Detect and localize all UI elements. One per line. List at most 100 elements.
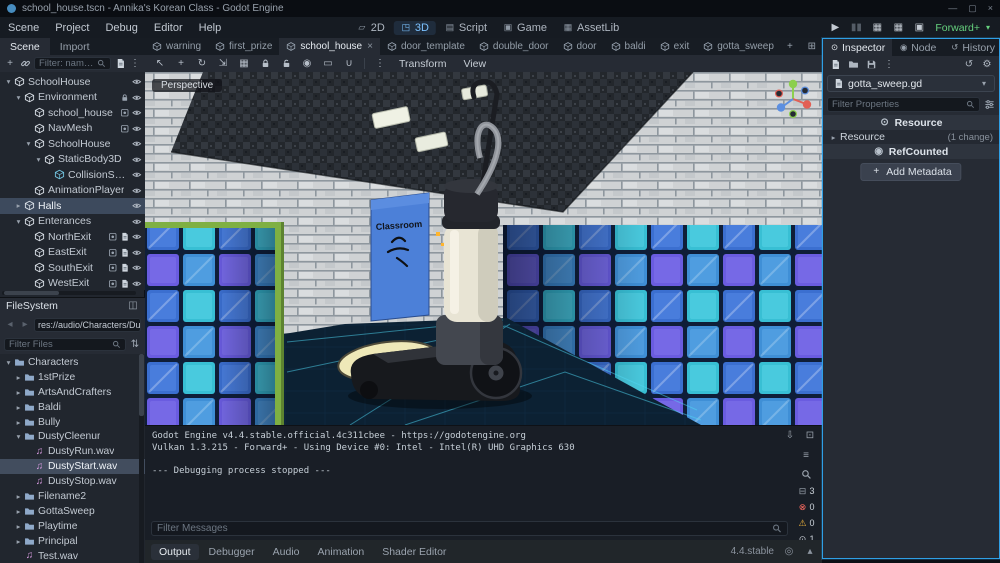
scene-node-schoolhouse[interactable]: ▾ SchoolHouse	[0, 74, 145, 90]
edited-resource-button[interactable]: gotta_sweep.gd ▾	[827, 75, 995, 92]
expander-icon[interactable]: ▸	[829, 133, 838, 142]
axis-z-neg[interactable]	[801, 86, 810, 95]
file-bully[interactable]: ▸ Bully	[0, 415, 145, 430]
script-icon[interactable]	[120, 278, 130, 288]
axis-z[interactable]	[776, 103, 786, 112]
save-log-button[interactable]: ⇩	[784, 430, 796, 442]
pin-panel-button[interactable]: ◎	[783, 546, 795, 558]
close-tab-button[interactable]: ×	[367, 41, 373, 52]
axis-x-neg[interactable]	[774, 89, 784, 98]
lock-icon[interactable]	[120, 92, 130, 102]
box-select-tool-button[interactable]: ▦	[238, 58, 250, 70]
axis-y[interactable]	[788, 79, 798, 89]
add-node-button[interactable]: +	[4, 58, 16, 70]
axis-x[interactable]	[802, 100, 812, 109]
eye-icon[interactable]	[132, 185, 142, 195]
scene-node-schoolhouse[interactable]: ▾ SchoolHouse	[0, 136, 145, 152]
window-close-button[interactable]: ×	[988, 3, 993, 14]
workspace-assetlib-button[interactable]: ▦ AssetLib	[556, 21, 626, 35]
load-resource-button[interactable]	[847, 59, 859, 71]
sort-files-button[interactable]: ⇅	[129, 339, 141, 351]
pause-button[interactable]: ▮▮	[850, 22, 862, 34]
expander-icon[interactable]: ▾	[14, 432, 23, 441]
property-options-button[interactable]	[983, 98, 995, 110]
file-artsandcrafters[interactable]: ▸ ArtsAndCrafters	[0, 385, 145, 400]
file-dustystop.wav[interactable]: ♫ DustyStop.wav	[0, 474, 145, 489]
window-maximize-button[interactable]: ▢	[968, 3, 977, 14]
history-icon[interactable]: ↺	[963, 59, 975, 71]
expander-icon[interactable]: ▾	[34, 155, 43, 164]
scene-tab-school_house[interactable]: school_house ×	[279, 38, 380, 55]
scene-node-southexit[interactable]: SouthExit	[0, 260, 145, 276]
instance-scene-button[interactable]	[19, 58, 31, 70]
script-icon[interactable]	[120, 247, 130, 257]
bottom-tab-shader-editor[interactable]: Shader Editor	[374, 544, 454, 560]
eye-icon[interactable]	[132, 216, 142, 226]
expander-icon[interactable]: ▸	[14, 201, 23, 210]
scene-node-animationplayer[interactable]: AnimationPlayer	[0, 183, 145, 199]
transform-menu[interactable]: Transform	[395, 58, 450, 70]
property-filter-input[interactable]: Filter Properties	[827, 96, 980, 112]
eye-icon[interactable]	[132, 170, 142, 180]
bottom-tab-animation[interactable]: Animation	[310, 544, 373, 560]
axis-y-neg[interactable]	[789, 109, 798, 118]
unlock-tool-button[interactable]	[280, 58, 292, 70]
scene-node-enterances[interactable]: ▾ Enterances	[0, 214, 145, 230]
file-test.wav[interactable]: ♫ Test.wav	[0, 549, 145, 563]
script-icon[interactable]	[120, 232, 130, 242]
new-resource-button[interactable]	[829, 59, 841, 71]
bottom-tab-debugger[interactable]: Debugger	[201, 544, 263, 560]
nav-back-button[interactable]: ◂	[4, 319, 16, 331]
play-button[interactable]: ▶	[829, 22, 841, 34]
expander-icon[interactable]: ▾	[24, 139, 33, 148]
instance-icon[interactable]	[108, 247, 118, 257]
copy-log-button[interactable]: ⊡	[804, 430, 816, 442]
rotate-tool-button[interactable]: ↻	[196, 58, 208, 70]
move-tool-button[interactable]: +	[175, 58, 187, 70]
bottom-tab-audio[interactable]: Audio	[265, 544, 308, 560]
select-tool-button[interactable]: ↖	[154, 58, 166, 70]
menu-debug[interactable]: Debug	[97, 22, 145, 34]
list-icon[interactable]: ≡	[800, 450, 812, 462]
expander-icon[interactable]: ▸	[14, 388, 23, 397]
nav-forward-button[interactable]: ▸	[19, 319, 31, 331]
expander-icon[interactable]: ▾	[4, 77, 13, 86]
search-icon[interactable]	[800, 468, 812, 480]
scene-node-navmesh[interactable]: NavMesh	[0, 121, 145, 137]
object-options-button[interactable]: ⚙	[981, 59, 993, 71]
file-characters[interactable]: ▾ Characters	[0, 355, 145, 370]
scene-tab-warning[interactable]: warning	[145, 38, 208, 55]
file-gottasweep[interactable]: ▸ GottaSweep	[0, 504, 145, 519]
workspace-3d-button[interactable]: ◳ 3D	[393, 20, 436, 35]
workspace-game-button[interactable]: ▣ Game	[496, 21, 554, 35]
eye-icon[interactable]	[132, 201, 142, 211]
dock-options-icon[interactable]: ◫	[127, 300, 139, 312]
add-metadata-button[interactable]: + Add Metadata	[860, 163, 962, 181]
file-playtime[interactable]: ▸ Playtime	[0, 519, 145, 534]
scene-node-northexit[interactable]: NorthExit	[0, 229, 145, 245]
expander-icon[interactable]: ▾	[14, 217, 23, 226]
inspector-tab-inspector[interactable]: ⊙ Inspector	[823, 39, 893, 56]
file-dustycleenur[interactable]: ▾ DustyCleenur	[0, 429, 145, 444]
perspective-menu[interactable]: Perspective	[152, 79, 223, 92]
attach-script-button[interactable]	[114, 58, 126, 70]
expander-icon[interactable]: ▸	[14, 403, 23, 412]
path-input[interactable]: res://audio/Characters/Du	[34, 317, 141, 332]
scene-node-halls[interactable]: ▸ Halls	[0, 198, 145, 214]
scene-tab-door[interactable]: door	[556, 38, 604, 55]
output-counter-warnings[interactable]: ⚠ 0	[797, 518, 814, 528]
scene-node-eastexit[interactable]: EastExit	[0, 245, 145, 261]
script-icon[interactable]	[120, 263, 130, 273]
ruler-tool-button[interactable]: ▭	[322, 58, 334, 70]
file-filter-input[interactable]: Filter Files	[4, 338, 126, 351]
scene-filter-input[interactable]: Filter: name, ty	[34, 57, 111, 70]
eye-icon[interactable]	[132, 278, 142, 288]
eye-icon[interactable]	[132, 92, 142, 102]
eye-icon[interactable]	[132, 139, 142, 149]
expander-icon[interactable]: ▸	[14, 537, 23, 546]
instance-icon[interactable]	[108, 232, 118, 242]
filesystem-vscrollbar[interactable]	[139, 354, 144, 563]
bottom-tab-output[interactable]: Output	[151, 543, 199, 560]
scale-tool-button[interactable]: ⇲	[217, 58, 229, 70]
expand-viewport-button[interactable]: ⊞	[802, 41, 822, 52]
